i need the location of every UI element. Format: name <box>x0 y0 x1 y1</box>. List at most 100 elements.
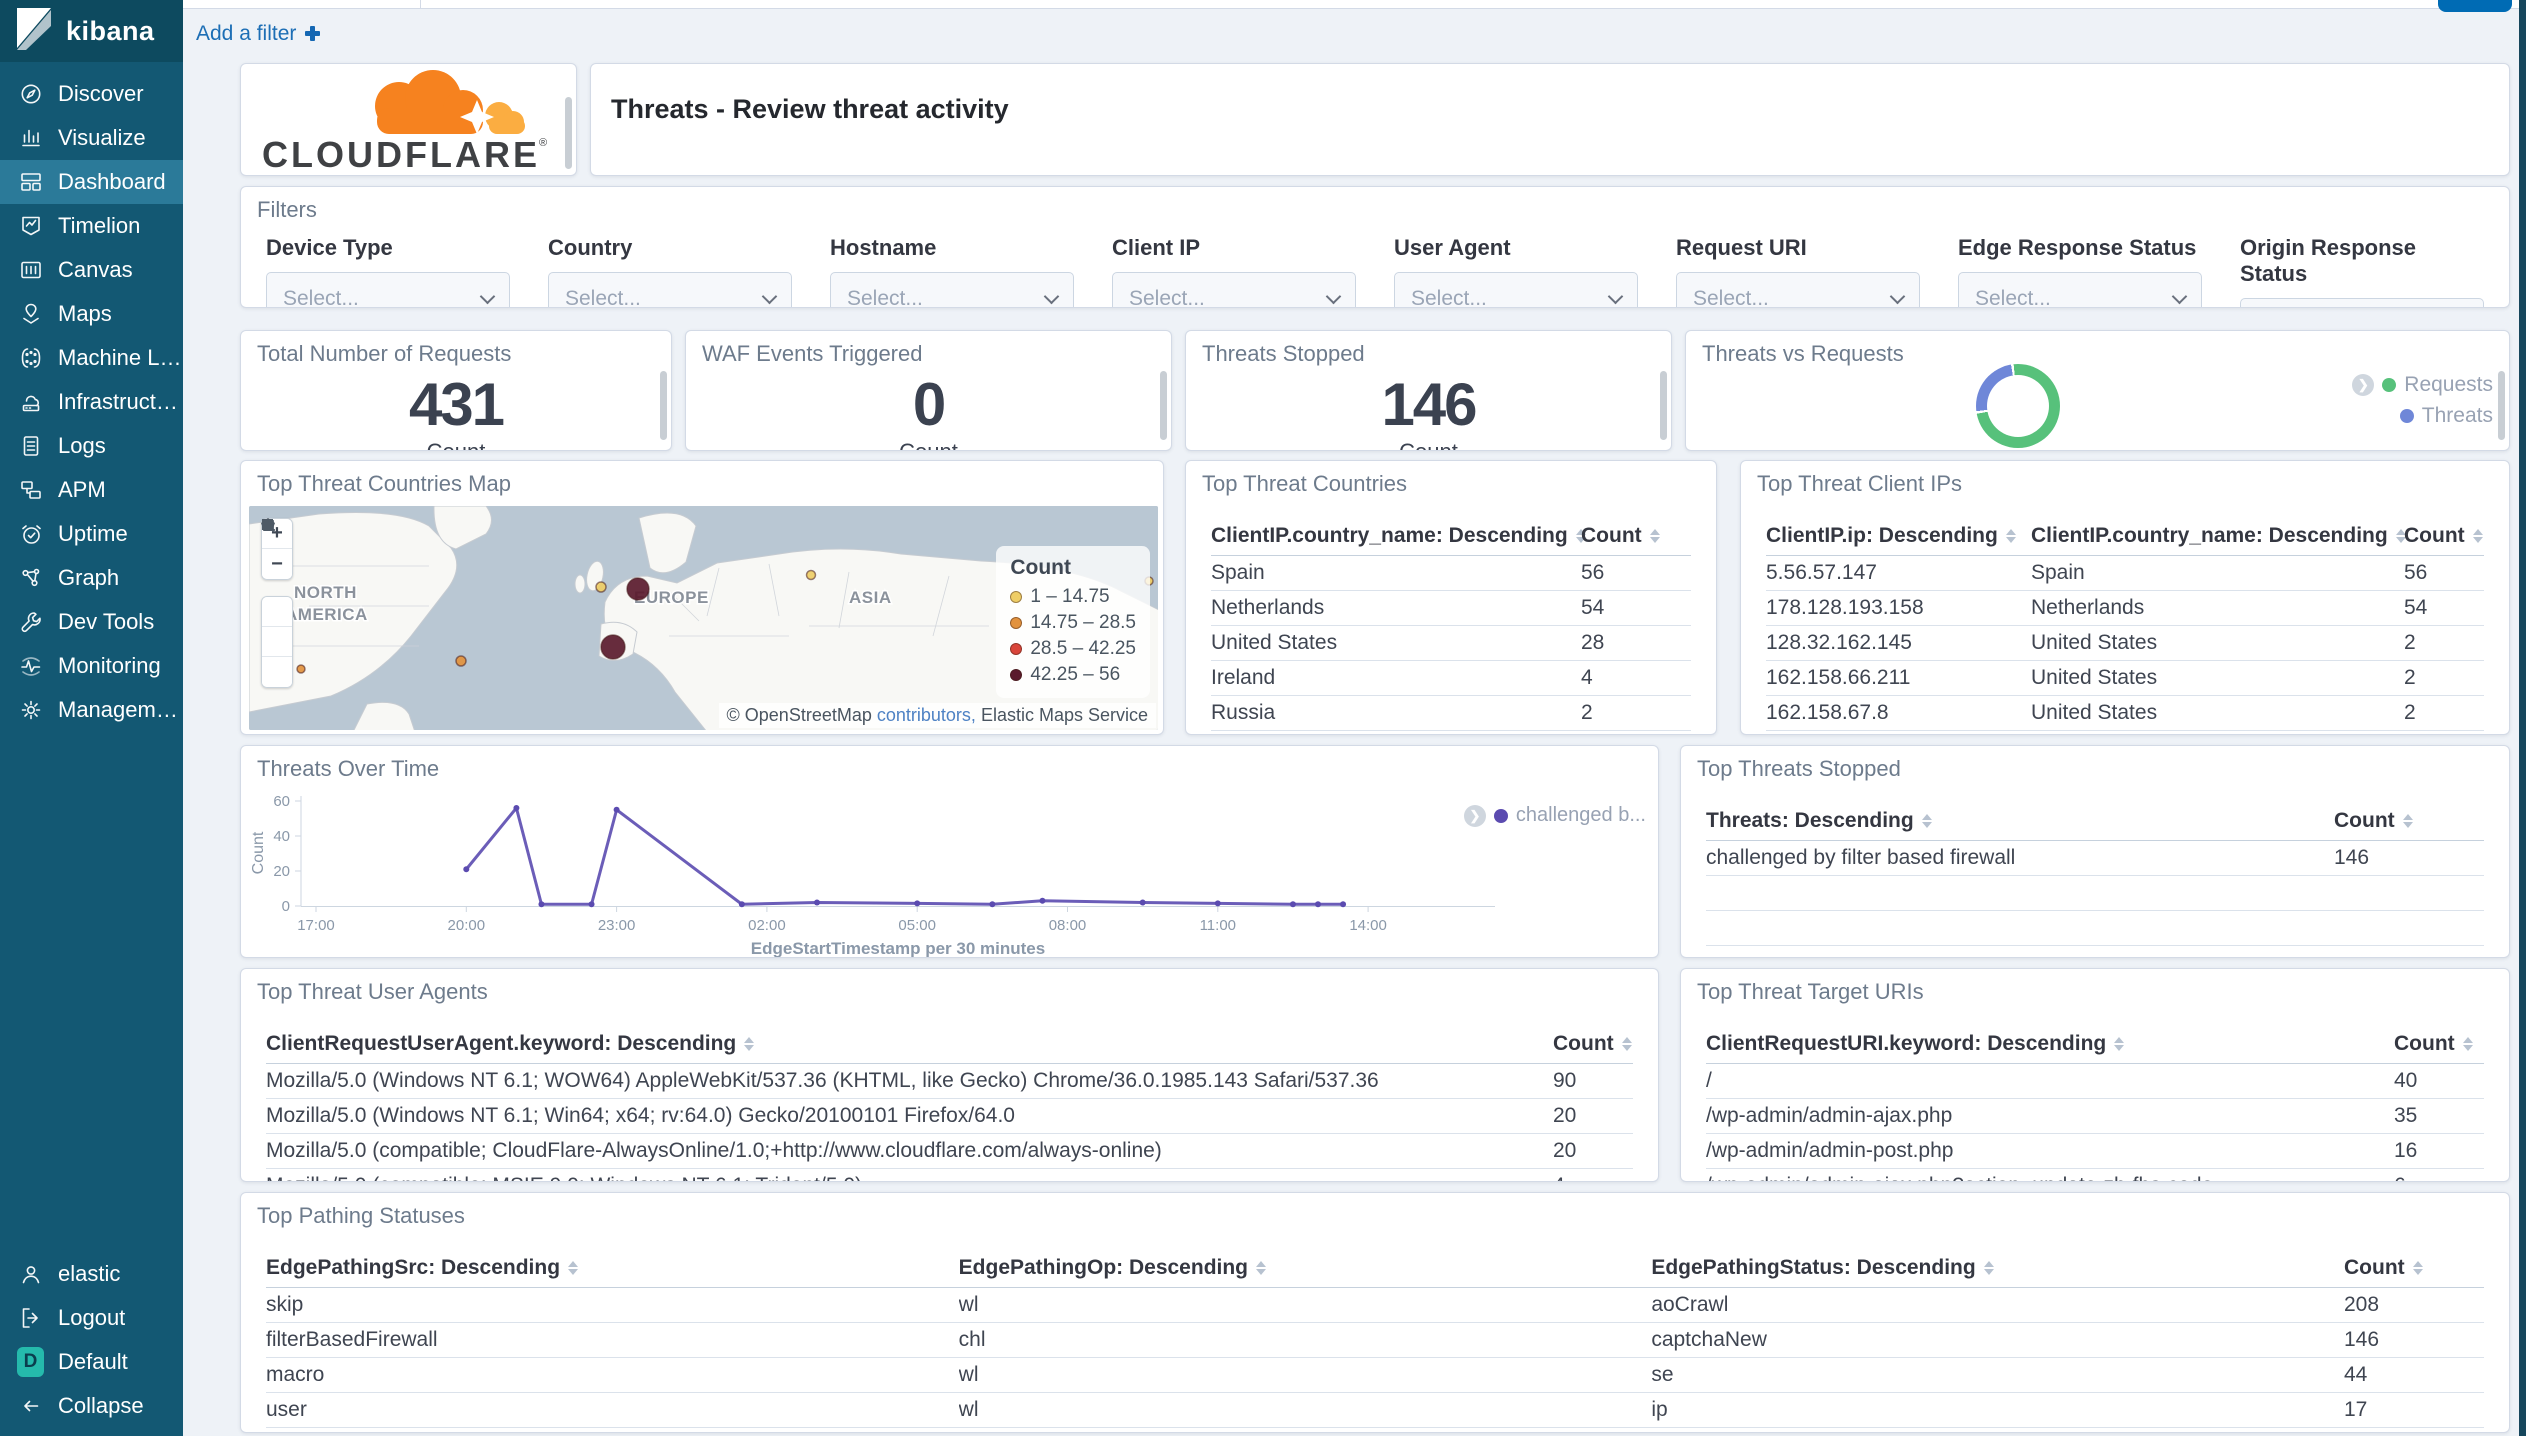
metric-waf-events-panel: WAF Events Triggered 0Count <box>685 330 1172 451</box>
legend-item-threats[interactable]: Threats <box>2399 404 2493 428</box>
column-header[interactable]: ClientIP.country_name: Descending <box>2031 524 2406 548</box>
column-header[interactable]: Count <box>2404 524 2484 548</box>
sidebar-item-collapse[interactable]: Collapse <box>0 1384 183 1428</box>
sidebar-item-machine-learning[interactable]: Machine Le... <box>0 336 183 380</box>
sort-icon <box>2114 1037 2125 1051</box>
column-header[interactable]: ClientIP.ip: Descending <box>1766 524 2031 548</box>
column-header[interactable]: EdgePathingOp: Descending <box>959 1256 1652 1280</box>
filter-device-type-select[interactable]: Select... <box>266 272 510 307</box>
sidebar-item-logout[interactable]: Logout <box>0 1296 183 1340</box>
page-scrollbar[interactable] <box>2519 0 2526 1436</box>
top-threat-countries-panel: Top Threat Countries ClientIP.country_na… <box>1185 460 1717 735</box>
filter-country-select[interactable]: Select... <box>548 272 792 307</box>
filter-request-uri-select[interactable]: Select... <box>1676 272 1920 307</box>
table-cell: 40 <box>2394 1069 2418 1092</box>
svg-text:40: 40 <box>273 828 290 845</box>
filter-origin-response-status-select[interactable]: Select... <box>2240 298 2484 307</box>
filter-client-ip: Client IP Select... <box>1112 235 1356 307</box>
sidebar-item-dev-tools[interactable]: Dev Tools <box>0 600 183 644</box>
map-bubble <box>296 664 306 674</box>
map-zoom-out-button[interactable]: − <box>262 549 292 579</box>
column-header[interactable]: Count <box>1553 1032 1633 1056</box>
query-bar-partial[interactable] <box>183 0 2526 9</box>
sidebar-item-canvas[interactable]: Canvas <box>0 248 183 292</box>
filter-hostname-select[interactable]: Select... <box>830 272 1074 307</box>
panel-scrollbar[interactable] <box>1660 371 1667 440</box>
column-header[interactable]: EdgePathingStatus: Descending <box>1651 1256 2344 1280</box>
arrow-left-icon <box>17 1393 44 1420</box>
sidebar-item-user[interactable]: elastic <box>0 1252 183 1296</box>
openstreetmap-link[interactable]: contributors, <box>877 705 976 725</box>
column-header[interactable]: ClientRequestURI.keyword: Descending <box>1706 1032 2394 1056</box>
table-header-row: Threats: Descending Count <box>1706 802 2484 841</box>
table-row: Spain 56 <box>1211 556 1691 591</box>
threats-vs-requests-donut[interactable] <box>1976 364 2060 448</box>
column-header[interactable]: ClientRequestUserAgent.keyword: Descendi… <box>266 1032 1553 1056</box>
svg-text:08:00: 08:00 <box>1049 917 1087 934</box>
svg-text:20: 20 <box>273 863 290 880</box>
add-filter-link[interactable]: Add a filter <box>196 22 321 46</box>
metric-value: 146 <box>1381 371 1477 438</box>
legend-expand-icon[interactable]: ❯ <box>2352 374 2375 396</box>
chevron-down-icon <box>1889 288 1906 304</box>
map-box-select-tool[interactable] <box>262 519 292 627</box>
map-rectangle-tool[interactable] <box>262 519 292 687</box>
sidebar-item-logs[interactable]: Logs <box>0 424 183 468</box>
legend-item-requests[interactable]: ❯ Requests <box>2352 373 2493 397</box>
map-canvas[interactable]: NORTH AMERICA EUROPE ASIA + − Count 1 – … <box>249 506 1158 730</box>
table-row: 5.56.57.147 Spain 56 <box>1766 556 2484 591</box>
table-cell: Spain <box>2031 561 2085 584</box>
sidebar-item-visualize[interactable]: Visualize <box>0 116 183 160</box>
panel-scrollbar[interactable] <box>660 371 667 440</box>
sidebar-item-default-space[interactable]: D Default <box>0 1340 183 1384</box>
panel-title: Top Threat Target URIs <box>1697 979 1924 1004</box>
sidebar-item-uptime[interactable]: Uptime <box>0 512 183 556</box>
sidebar-item-timelion[interactable]: Timelion <box>0 204 183 248</box>
sidebar-item-dashboard[interactable]: Dashboard <box>0 160 183 204</box>
column-header[interactable]: EdgePathingSrc: Descending <box>266 1256 959 1280</box>
sidebar-item-discover[interactable]: Discover <box>0 72 183 116</box>
panel-title: Top Threat User Agents <box>257 979 488 1004</box>
svg-text:NORTH: NORTH <box>294 583 357 602</box>
legend-expand-icon[interactable]: ❯ <box>1463 804 1486 827</box>
threats-over-time-chart[interactable]: 0 20 40 60 17:00 20:00 23:00 02:00 05:00 08:00 11:… <box>241 746 1658 957</box>
svg-text:®: ® <box>539 137 547 149</box>
kibana-logo-band[interactable]: kibana <box>0 0 183 62</box>
sidebar-item-management[interactable]: Management <box>0 688 183 732</box>
column-header[interactable]: Threats: Descending <box>1706 809 2334 833</box>
panel-title: Top Pathing Statuses <box>257 1203 465 1228</box>
column-header[interactable]: Count <box>1581 524 1691 548</box>
filters-panel-title: Filters <box>257 197 317 222</box>
table-cell: 54 <box>2404 596 2428 619</box>
column-header[interactable]: ClientIP.country_name: Descending <box>1211 524 1586 548</box>
top-threat-client-ips-table: ClientIP.ip: Descending ClientIP.country_… <box>1766 517 2484 731</box>
column-header[interactable]: Count <box>2394 1032 2484 1056</box>
sidebar-item-graph[interactable]: Graph <box>0 556 183 600</box>
svg-text:EdgeStartTimestamp per 30 minu: EdgeStartTimestamp per 30 minutes <box>751 939 1045 958</box>
table-cell: 28 <box>1581 631 1605 654</box>
panel-scrollbar[interactable] <box>1160 371 1167 440</box>
legend-bin: 28.5 – 42.25 <box>1010 638 1136 660</box>
filter-client-ip-select[interactable]: Select... <box>1112 272 1356 307</box>
table-cell: Mozilla/5.0 (Windows NT 6.1; Win64; x64;… <box>266 1104 1015 1127</box>
sidebar-item-apm[interactable]: APM <box>0 468 183 512</box>
column-header[interactable]: Count <box>2344 1256 2484 1280</box>
sidebar-item-maps[interactable]: Maps <box>0 292 183 336</box>
table-cell: wl <box>958 1363 979 1386</box>
sort-icon <box>2005 529 2016 543</box>
svg-text:20:00: 20:00 <box>448 917 486 934</box>
dashboard-icon <box>17 169 44 196</box>
sidebar-item-infrastructure[interactable]: Infrastructure <box>0 380 183 424</box>
legend-item-challenged[interactable]: ❯ challenged b... <box>1463 804 1646 827</box>
map-polygon-tool[interactable] <box>261 518 292 657</box>
panel-scrollbar[interactable] <box>565 97 572 169</box>
sort-icon <box>568 1261 579 1275</box>
filter-edge-response-status-select[interactable]: Select... <box>1958 272 2202 307</box>
column-header[interactable]: Count <box>2334 809 2484 833</box>
metric-value: 0 <box>912 371 946 438</box>
panel-scrollbar[interactable] <box>2498 371 2505 440</box>
table-row: Netherlands 54 <box>1211 591 1691 626</box>
logout-icon <box>17 1305 44 1332</box>
filter-user-agent-select[interactable]: Select... <box>1394 272 1638 307</box>
sidebar-item-monitoring[interactable]: Monitoring <box>0 644 183 688</box>
